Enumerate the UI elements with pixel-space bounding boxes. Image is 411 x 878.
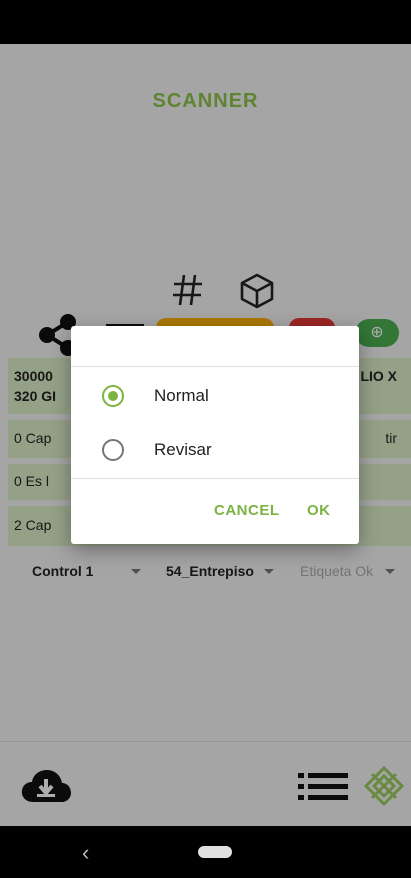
divider [71, 366, 359, 367]
status-dialog: Normal Revisar CANCEL OK [71, 326, 359, 544]
option-label: Normal [154, 386, 209, 405]
home-pill[interactable] [198, 846, 232, 858]
divider [71, 478, 359, 479]
radio-unchecked-icon[interactable] [102, 439, 124, 461]
cancel-button[interactable]: CANCEL [214, 502, 280, 519]
app-screen: SCANNER ⊕ 30000 320 GI LIO X 0 Cap tir 0… [0, 44, 411, 826]
option-label: Revisar [154, 440, 212, 459]
system-nav-bar: ‹ [0, 826, 411, 878]
back-icon[interactable]: ‹ [82, 840, 89, 866]
option-normal[interactable]: Normal [71, 376, 359, 416]
radio-checked-icon[interactable] [102, 385, 124, 407]
status-bar [0, 0, 411, 44]
ok-button[interactable]: OK [307, 502, 331, 519]
option-revisar[interactable]: Revisar [71, 430, 359, 470]
